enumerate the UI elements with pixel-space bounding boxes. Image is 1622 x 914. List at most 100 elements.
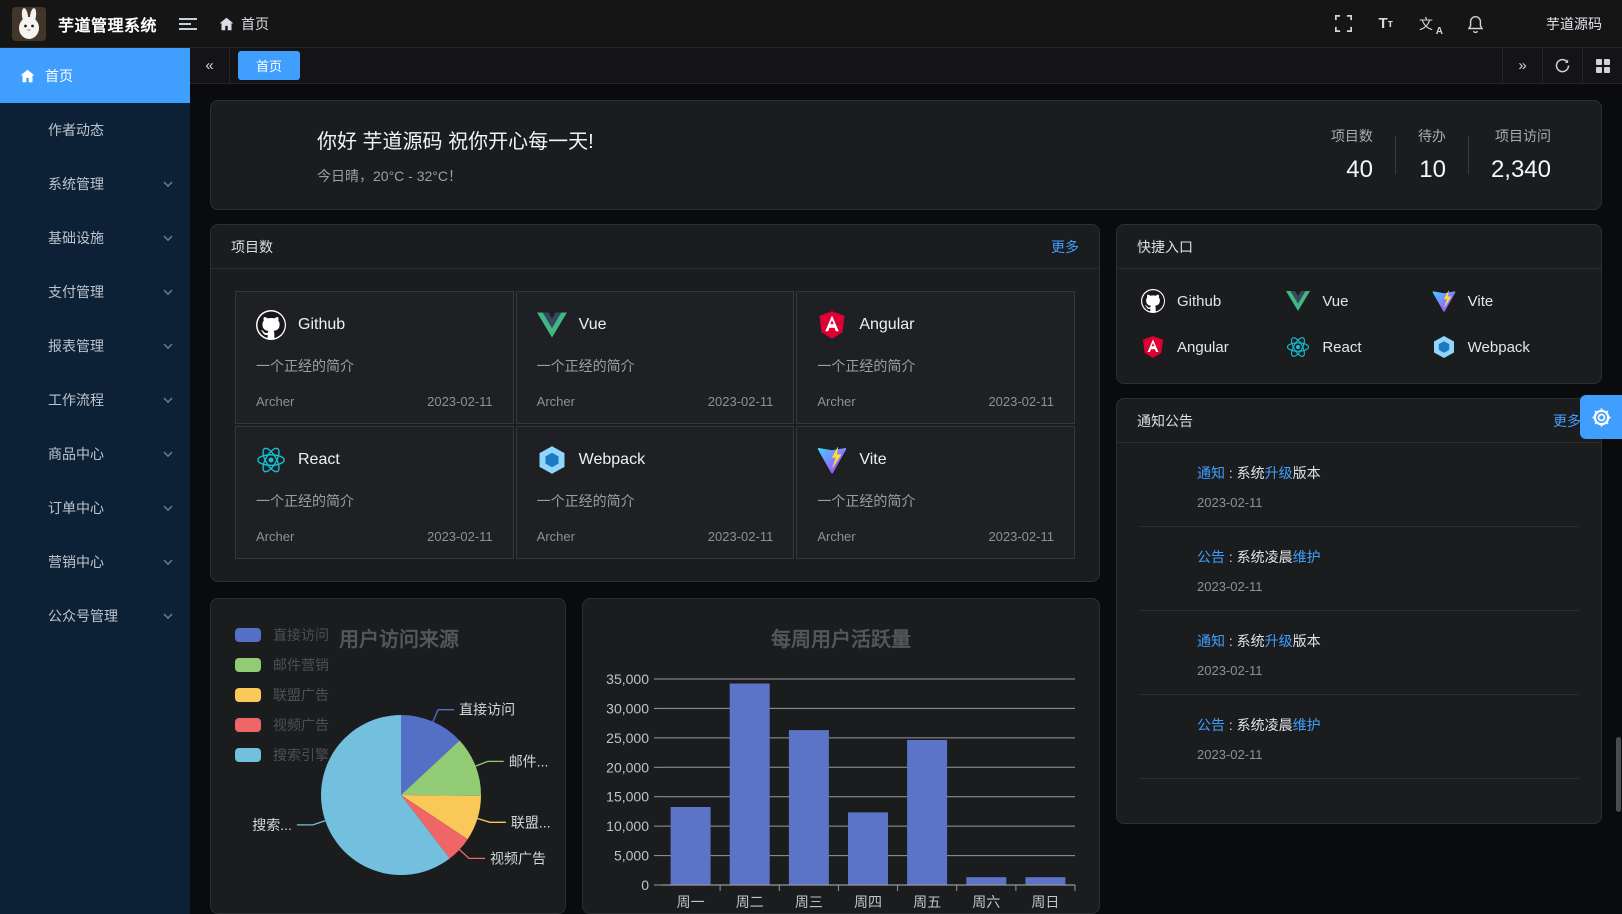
welcome-stats: 项目数 40待办 10项目访问 2,340	[1309, 126, 1573, 184]
project-date: 2023-02-11	[708, 394, 774, 409]
project-author: Archer	[256, 529, 294, 544]
project-desc: 一个正经的简介	[817, 356, 1054, 376]
webpack-icon	[537, 445, 567, 475]
sidebar-item-mp[interactable]: 公众号管理	[0, 589, 190, 643]
legend-label: 搜索引擎	[273, 745, 329, 765]
projects-card: 项目数 更多 Github 一个正经的简介 Archer2023-02-11 V…	[210, 224, 1100, 582]
shortcut-vue[interactable]: Vue	[1286, 289, 1431, 313]
project-date: 2023-02-11	[988, 529, 1054, 544]
legend-item-视频广告[interactable]: 视频广告	[235, 715, 329, 735]
bar-chart-xtick-label: 周日	[1031, 894, 1059, 910]
pie-chart-card: 用户访问来源 直接访问 邮件营销 联盟广告 视频广告 搜索引擎 直接访问邮件..…	[210, 598, 566, 914]
bar-chart-ytick-label: 30,000	[606, 700, 649, 716]
notice-item-1[interactable]: 公告 : 系统凌晨维护 2023-02-11	[1139, 527, 1579, 611]
sidebar-item-pay[interactable]: 支付管理	[0, 265, 190, 319]
project-card-github[interactable]: Github 一个正经的简介 Archer2023-02-11	[235, 291, 514, 424]
fullscreen-icon[interactable]	[1335, 15, 1352, 32]
legend-item-邮件营销[interactable]: 邮件营销	[235, 655, 329, 675]
chevron-down-icon	[162, 556, 174, 568]
project-card-webpack[interactable]: Webpack 一个正经的简介 Archer2023-02-11	[516, 426, 795, 559]
pie-callout-label: 视频广告	[490, 850, 546, 866]
project-card-vue[interactable]: Vue 一个正经的简介 Archer2023-02-11	[516, 291, 795, 424]
sidebar-item-order[interactable]: 订单中心	[0, 481, 190, 535]
sidebar-fold-icon[interactable]	[179, 17, 197, 31]
page-scrollbar[interactable]	[1616, 737, 1621, 812]
shortcut-angular[interactable]: Angular	[1141, 335, 1286, 359]
shortcuts-card-title: 快捷入口	[1137, 237, 1193, 257]
tabs-scroll-left-icon[interactable]: «	[190, 48, 230, 83]
shortcut-label: Webpack	[1468, 339, 1530, 356]
breadcrumb-home: 首页	[241, 14, 269, 34]
shortcuts-grid: Github Vue Vite Angular React Webpack	[1117, 269, 1601, 383]
bar-周二[interactable]	[730, 684, 770, 886]
notice-item-3[interactable]: 公告 : 系统凌晨维护 2023-02-11	[1139, 695, 1579, 779]
sidebar-item-label: 支付管理	[48, 282, 104, 302]
sidebar-item-home[interactable]: 首页	[0, 48, 190, 103]
legend-chip	[235, 718, 261, 732]
sidebar-item-author-news[interactable]: 作者动态	[0, 103, 190, 157]
project-author: Archer	[537, 394, 575, 409]
notices-more-link[interactable]: 更多	[1553, 411, 1581, 431]
chevron-down-icon	[162, 502, 174, 514]
angular-icon	[1141, 335, 1165, 359]
vite-icon	[1432, 289, 1456, 313]
notice-date: 2023-02-11	[1197, 495, 1321, 510]
project-desc: 一个正经的简介	[256, 356, 493, 376]
vue-icon	[1286, 289, 1310, 313]
notice-title-segment: : 系统	[1225, 633, 1265, 649]
sidebar-item-marketing[interactable]: 营销中心	[0, 535, 190, 589]
sidebar-item-label: 商品中心	[48, 444, 104, 464]
bar-周三[interactable]	[789, 730, 829, 885]
bar-周一[interactable]	[671, 807, 711, 885]
sidebar-item-product[interactable]: 商品中心	[0, 427, 190, 481]
sidebar-item-workflow[interactable]: 工作流程	[0, 373, 190, 427]
vite-icon	[817, 445, 847, 475]
bar-周五[interactable]	[907, 740, 947, 885]
bar-周四[interactable]	[848, 812, 888, 885]
project-card-vite[interactable]: Vite 一个正经的简介 Archer2023-02-11	[796, 426, 1075, 559]
notice-item-2[interactable]: 通知 : 系统升级版本 2023-02-11	[1139, 611, 1579, 695]
settings-gear-button[interactable]	[1580, 395, 1622, 439]
bar-chart-card: 每周用户活跃量 05,00010,00015,00020,00025,00030…	[582, 598, 1100, 914]
user-name: 芋道源码	[1546, 14, 1602, 34]
breadcrumb[interactable]: 首页	[219, 14, 269, 34]
sidebar-item-system[interactable]: 系统管理	[0, 157, 190, 211]
project-card-angular[interactable]: Angular 一个正经的简介 Archer2023-02-11	[796, 291, 1075, 424]
notice-title: 通知 : 系统升级版本	[1197, 631, 1321, 651]
tabs-menu-icon[interactable]	[1582, 48, 1622, 83]
notice-item-0[interactable]: 通知 : 系统升级版本 2023-02-11	[1139, 443, 1579, 527]
bar-周日[interactable]	[1025, 877, 1065, 885]
shortcut-vite[interactable]: Vite	[1432, 289, 1577, 313]
legend-item-联盟广告[interactable]: 联盟广告	[235, 685, 329, 705]
notice-avatar	[1139, 629, 1181, 671]
bell-icon[interactable]	[1467, 15, 1484, 33]
legend-item-搜索引擎[interactable]: 搜索引擎	[235, 745, 329, 765]
bar-chart-ytick-label: 15,000	[606, 789, 649, 805]
legend-label: 邮件营销	[273, 655, 329, 675]
bar-周六[interactable]	[966, 877, 1006, 885]
refresh-icon[interactable]	[1542, 48, 1582, 83]
tabs-scroll-right-icon[interactable]: »	[1502, 48, 1542, 83]
project-name: Angular	[859, 316, 914, 334]
notice-date: 2023-02-11	[1197, 747, 1321, 762]
bar-chart-ytick-label: 35,000	[606, 671, 649, 687]
sidebar-item-label: 公众号管理	[48, 606, 118, 626]
chevron-down-icon	[162, 610, 174, 622]
sidebar-item-label: 首页	[45, 66, 73, 86]
shortcut-github[interactable]: Github	[1141, 289, 1286, 313]
legend-item-直接访问[interactable]: 直接访问	[235, 625, 329, 645]
tab-首页[interactable]: 首页	[238, 51, 300, 80]
project-desc: 一个正经的简介	[537, 491, 774, 511]
shortcut-react[interactable]: React	[1286, 335, 1431, 359]
pie-callout-label: 搜索...	[252, 817, 292, 833]
stat-label: 项目数	[1331, 126, 1373, 146]
project-card-react[interactable]: React 一个正经的简介 Archer2023-02-11	[235, 426, 514, 559]
user-menu[interactable]: 芋道源码	[1510, 10, 1602, 38]
sidebar-item-report[interactable]: 报表管理	[0, 319, 190, 373]
sidebar-item-infra[interactable]: 基础设施	[0, 211, 190, 265]
shortcut-webpack[interactable]: Webpack	[1432, 335, 1577, 359]
font-size-icon[interactable]: Tт	[1378, 15, 1393, 32]
translate-icon[interactable]: 文A	[1419, 14, 1441, 34]
react-icon	[1286, 335, 1310, 359]
projects-more-link[interactable]: 更多	[1051, 237, 1079, 257]
